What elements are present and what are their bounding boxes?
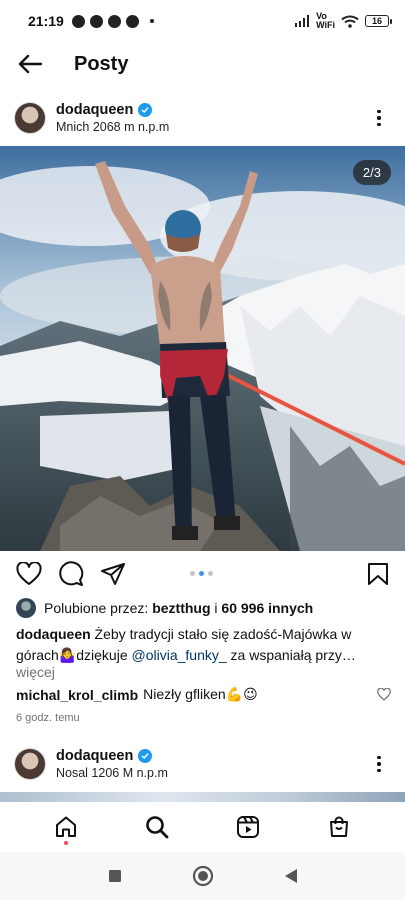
messenger-icon	[125, 14, 139, 28]
comment-button[interactable]	[58, 561, 84, 587]
top-bar: Posty	[0, 42, 405, 86]
more-link[interactable]: więcej	[16, 664, 55, 680]
nav-home[interactable]	[46, 807, 86, 847]
comment-username[interactable]: michal_krol_climb	[16, 687, 138, 703]
status-time: 21:19	[28, 13, 64, 29]
heart-icon	[377, 687, 391, 701]
more-options-button[interactable]	[367, 746, 391, 782]
system-navigation-bar	[0, 852, 405, 900]
caption-username[interactable]: dodaqueen	[16, 626, 91, 642]
likes-summary[interactable]: Polubione przez: beztthug i 60 996 innyc…	[16, 598, 313, 618]
post-header: dodaqueen Nosal 1206 M n.p.m	[0, 736, 405, 792]
bookmark-icon	[368, 563, 388, 585]
location[interactable]: Mnich 2068 m n.p.m	[56, 120, 169, 134]
nav-search[interactable]	[137, 807, 177, 847]
recent-apps-icon[interactable]	[108, 869, 122, 883]
more-options-button[interactable]	[367, 100, 391, 136]
page-title: Posty	[74, 52, 129, 75]
like-button[interactable]	[16, 562, 42, 586]
author-info: dodaqueen Mnich 2068 m n.p.m	[56, 102, 169, 134]
verified-badge-icon	[138, 749, 153, 763]
carousel-dot	[208, 571, 213, 576]
notification-icon	[71, 14, 85, 28]
post-image[interactable]	[0, 792, 405, 802]
facebook-icon	[107, 14, 121, 28]
liker-username[interactable]: beztthug	[152, 600, 210, 616]
nav-reels[interactable]	[228, 807, 268, 847]
location[interactable]: Nosal 1206 M n.p.m	[56, 766, 168, 780]
post-image[interactable]: 2/3	[0, 146, 405, 551]
comment: michal_krol_climb Niezły gfliken💪😉	[16, 686, 391, 703]
save-button[interactable]	[367, 562, 389, 586]
notification-icons	[71, 14, 154, 28]
status-right: Vo WiFi 16	[294, 11, 392, 30]
share-button[interactable]	[100, 562, 126, 586]
carousel-counter: 2/3	[352, 160, 391, 185]
more-notifications-dot	[149, 19, 154, 23]
post-actions	[0, 555, 405, 593]
back-triangle-icon[interactable]	[284, 868, 298, 884]
mountain-photo	[0, 146, 405, 551]
home-circle-icon[interactable]	[192, 865, 214, 887]
volte-wifi-label: Vo WiFi	[316, 11, 335, 30]
reels-icon	[237, 816, 260, 838]
three-dots-vertical-icon	[377, 755, 381, 760]
carousel-dot	[190, 571, 195, 576]
three-dots-vertical-icon	[377, 109, 381, 114]
post-timestamp: 6 godz. temu	[16, 712, 80, 724]
nav-shop[interactable]	[319, 807, 359, 847]
liker-avatar	[16, 598, 36, 618]
back-button[interactable]	[2, 42, 58, 86]
avatar[interactable]	[14, 748, 46, 780]
wifi-icon	[341, 15, 359, 28]
author-info: dodaqueen Nosal 1206 M n.p.m	[56, 748, 168, 780]
search-icon	[146, 816, 169, 839]
shopping-bag-icon	[330, 816, 349, 837]
speech-bubble-icon	[59, 561, 84, 586]
comment-text: Niezły gfliken💪😉	[143, 686, 258, 702]
avatar[interactable]	[14, 102, 46, 134]
paper-plane-icon	[101, 563, 125, 585]
comment-like-button[interactable]	[377, 687, 391, 704]
username[interactable]: dodaqueen	[56, 102, 133, 118]
likes-count[interactable]: 60 996 innych	[221, 600, 313, 616]
username[interactable]: dodaqueen	[56, 748, 133, 764]
carousel-indicator	[190, 571, 213, 576]
notification-dot	[63, 841, 68, 845]
home-icon	[55, 816, 76, 837]
signal-icon	[295, 15, 310, 27]
verified-badge-icon	[138, 103, 153, 117]
notification-icon	[89, 14, 103, 28]
post-header: dodaqueen Mnich 2068 m n.p.m	[0, 90, 405, 146]
arrow-left-icon	[18, 54, 43, 74]
bottom-navigation	[0, 802, 405, 852]
battery-icon: 16	[365, 15, 392, 27]
heart-icon	[16, 562, 42, 585]
status-bar: 21:19 Vo WiFi 16	[0, 0, 405, 42]
carousel-dot-active	[199, 571, 204, 576]
caption: dodaqueen Żeby tradycji stało się zadość…	[16, 626, 356, 663]
caption-mention[interactable]: @olivia_funky_	[132, 647, 227, 663]
